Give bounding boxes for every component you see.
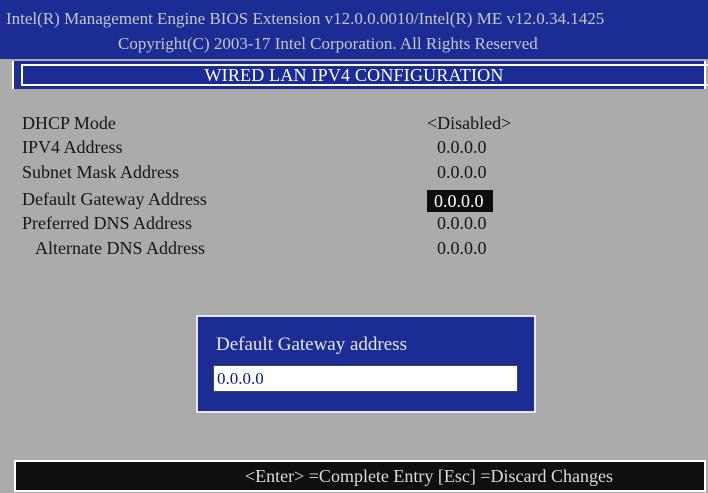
dialog-label: Default Gateway address [216, 334, 407, 355]
header-copyright-text: Copyright(C) 2003-17 Intel Corporation. … [118, 34, 538, 53]
setting-value-preferred-dns[interactable]: 0.0.0.0 [437, 211, 487, 235]
setting-label-alternate-dns[interactable]: Alternate DNS Address [35, 236, 205, 260]
gateway-address-input[interactable]: 0.0.0.0 [213, 365, 518, 392]
setting-label-ipv4-address[interactable]: IPV4 Address [22, 135, 123, 159]
page-title: WIRED LAN IPV4 CONFIGURATION [204, 65, 504, 85]
gateway-entry-dialog [196, 315, 536, 413]
header-version-text: Intel(R) Management Engine BIOS Extensio… [6, 9, 605, 28]
setting-label-subnet-mask[interactable]: Subnet Mask Address [22, 160, 179, 184]
setting-value-default-gateway-selected[interactable]: 0.0.0.0 [427, 190, 493, 212]
setting-value-subnet-mask[interactable]: 0.0.0.0 [437, 160, 487, 184]
setting-value-alternate-dns[interactable]: 0.0.0.0 [437, 236, 487, 260]
setting-value-ipv4-address[interactable]: 0.0.0.0 [437, 135, 487, 159]
setting-label-dhcp-mode[interactable]: DHCP Mode [22, 111, 116, 135]
footer-key-hint: <Enter> =Complete Entry [Esc] =Discard C… [245, 466, 614, 486]
setting-value-dhcp-mode[interactable]: <Disabled> [427, 111, 511, 135]
setting-label-default-gateway[interactable]: Default Gateway Address [22, 187, 207, 211]
setting-label-preferred-dns[interactable]: Preferred DNS Address [22, 211, 192, 235]
